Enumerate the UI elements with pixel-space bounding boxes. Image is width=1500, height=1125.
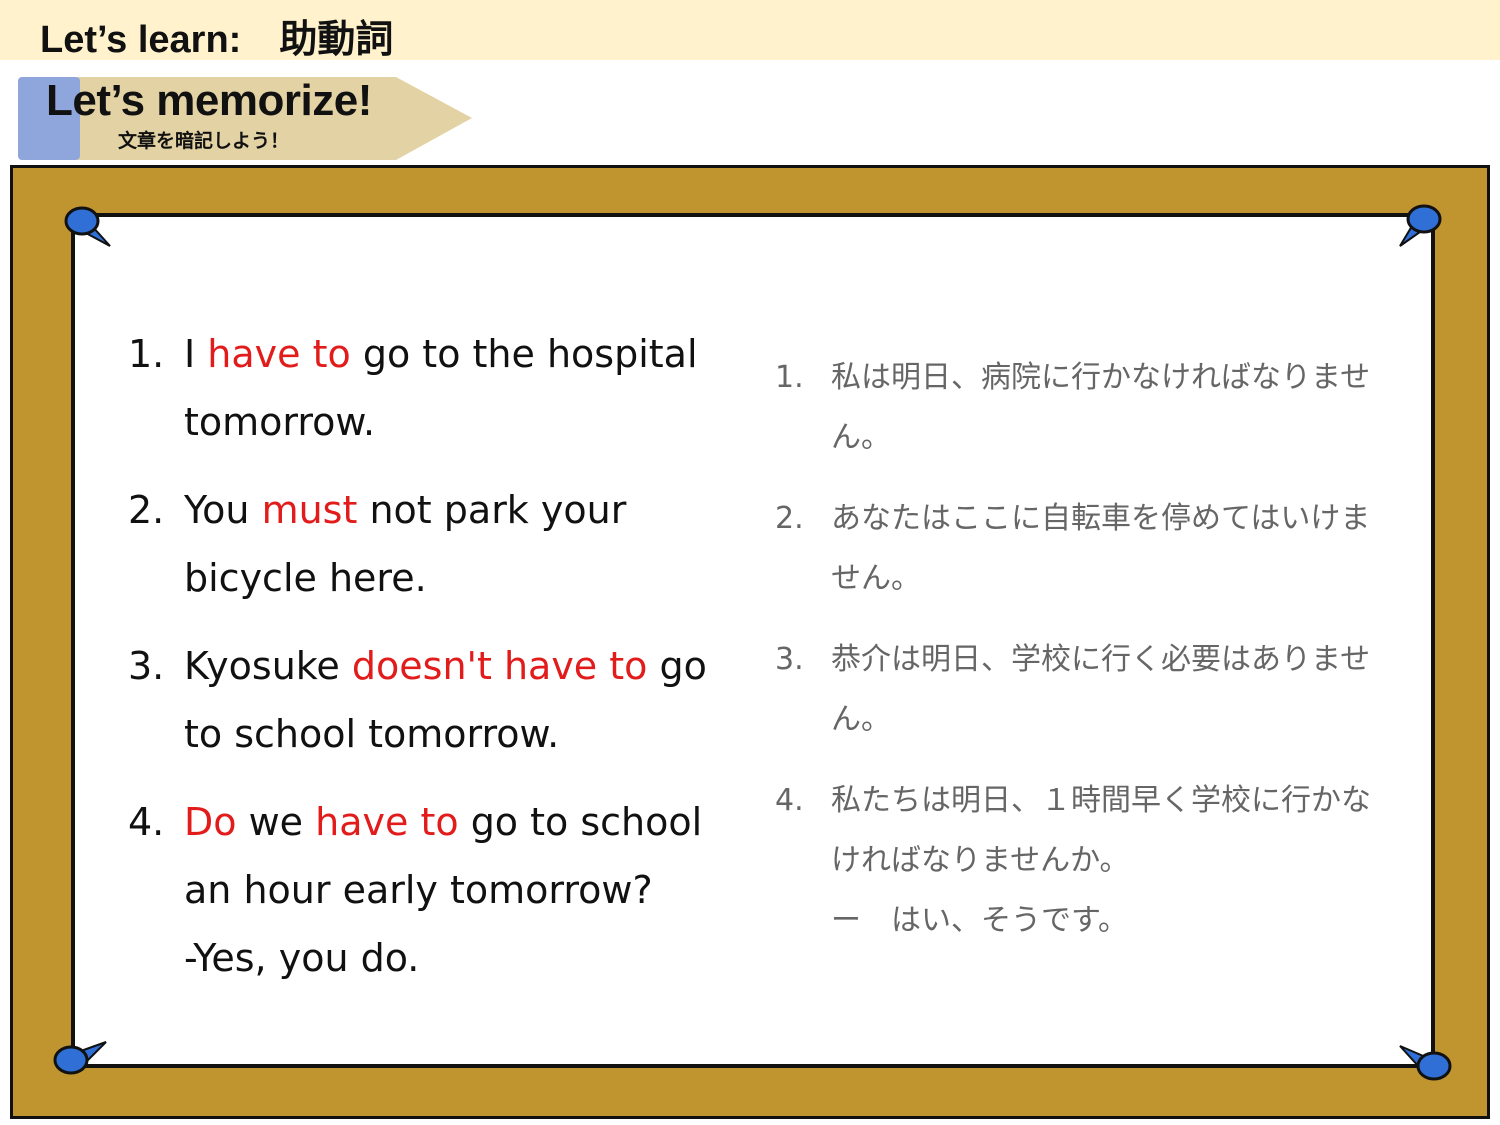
- answer-text: -Yes, you do.: [184, 936, 420, 980]
- japanese-sentence-4: 4. 私たちは明日、１時間早く学校に行かなければなりませんか。ー はい、そうです。: [775, 771, 1395, 951]
- translation-text: あなたはここに自転車を停めてはいけません。: [831, 501, 1371, 596]
- highlight-text: have to: [207, 332, 351, 376]
- english-sentence-4: 4. Do we have to go to school an hour ear…: [128, 788, 728, 992]
- english-sentence-1: 1. I have to go to the hospital tomorrow.: [128, 320, 728, 456]
- item-number: 3.: [775, 642, 804, 677]
- english-sentence-list: 1. I have to go to the hospital tomorrow.…: [128, 320, 728, 1012]
- pin-icon-top-right: [1399, 204, 1442, 247]
- item-number: 4.: [128, 800, 165, 844]
- japanese-translation-list: 1. 私は明日、病院に行かなければなりません。 2. あなたはここに自転車を停めては…: [775, 348, 1395, 972]
- japanese-sentence-3: 3. 恭介は明日、学校に行く必要はありません。: [775, 630, 1395, 750]
- japanese-sentence-1: 1. 私は明日、病院に行かなければなりません。: [775, 348, 1395, 468]
- item-number: 1.: [128, 332, 165, 376]
- item-number: 2.: [775, 501, 804, 536]
- translation-text: 恭介は明日、学校に行く必要はありません。: [831, 642, 1371, 737]
- japanese-sentence-2: 2. あなたはここに自転車を停めてはいけません。: [775, 489, 1395, 609]
- english-sentence-3: 3. Kyosuke doesn't have to go to school t…: [128, 632, 728, 768]
- item-number: 3.: [128, 644, 165, 688]
- item-number: 1.: [775, 360, 804, 395]
- highlight-text: doesn't have to: [351, 644, 648, 688]
- pin-icon-bottom-left: [53, 1041, 107, 1075]
- highlight-text: must: [261, 488, 358, 532]
- plain-text: I: [184, 332, 208, 376]
- plain-text: we: [236, 800, 316, 844]
- pin-icon-top-left: [64, 206, 111, 247]
- highlight-text: have to: [315, 800, 459, 844]
- pin-icon-bottom-right: [1399, 1045, 1452, 1081]
- translation-text: 私たちは明日、１時間早く学校に行かなければなりませんか。: [831, 783, 1371, 878]
- english-sentence-2: 2. You must not park your bicycle here.: [128, 476, 728, 612]
- answer-text: ー はい、そうです。: [831, 903, 1128, 938]
- plain-text: Kyosuke: [184, 644, 352, 688]
- plain-text: You: [184, 488, 262, 532]
- translation-text: 私は明日、病院に行かなければなりません。: [831, 360, 1371, 455]
- highlight-text: Do: [184, 800, 237, 844]
- item-number: 4.: [775, 783, 804, 818]
- item-number: 2.: [128, 488, 165, 532]
